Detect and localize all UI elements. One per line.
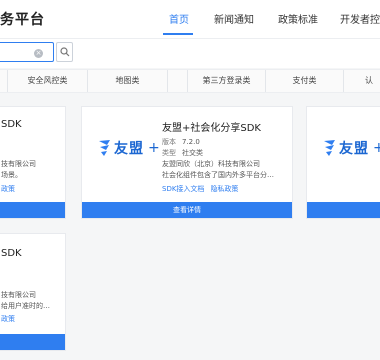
card-description: 场景。 bbox=[1, 171, 22, 179]
category-tab-more[interactable]: 认 bbox=[344, 70, 380, 92]
view-details-button[interactable] bbox=[307, 202, 380, 218]
nav-developer[interactable]: 开发者控帖 bbox=[340, 11, 380, 26]
site-brand: 务平台 bbox=[0, 12, 45, 28]
category-tab-map[interactable]: 地图类 bbox=[88, 70, 168, 92]
umeng-logo-icon bbox=[324, 140, 335, 156]
card-title: SDK bbox=[1, 248, 22, 259]
card-company: 技有限公司 bbox=[1, 160, 36, 168]
view-details-button[interactable] bbox=[0, 334, 65, 350]
view-details-button[interactable] bbox=[0, 202, 65, 218]
umeng-logo-icon bbox=[99, 140, 110, 156]
category-tab-payment[interactable]: 支付类 bbox=[266, 70, 344, 92]
view-details-button[interactable]: 查看详情 bbox=[82, 202, 292, 218]
card-type: 类型 社交类 bbox=[162, 148, 203, 159]
umeng-logo: 友盟 + bbox=[98, 138, 161, 158]
sdk-docs-link[interactable]: SDK接入文档 bbox=[162, 185, 204, 193]
sdk-card-umeng-share[interactable]: 友盟 + 友盟+社会化分享SDK 版本 7.2.0 类型 社交类 友盟同欣（北京）科… bbox=[81, 106, 293, 219]
umeng-logo: 友盟 + bbox=[323, 138, 380, 158]
category-tab[interactable]: 类 bbox=[0, 70, 8, 92]
sdk-card[interactable]: SDK 技有限公司 场景。 政策 bbox=[0, 106, 66, 219]
sdk-card[interactable]: 友盟 + bbox=[306, 106, 380, 219]
page: 务平台 首页 新闻通知 政策标准 开发者控帖 × 类 安全风控类 地图类 第三方… bbox=[0, 0, 380, 360]
sdk-card[interactable]: SDK 技有限公司 给用户准时的… 政策 bbox=[0, 233, 66, 351]
card-company: 友盟同欣（北京）科技有限公司 bbox=[162, 160, 260, 168]
privacy-policy-link[interactable]: 政策 bbox=[1, 184, 15, 194]
category-tabs: 类 安全风控类 地图类 第三方登录类 支付类 认 bbox=[0, 69, 380, 93]
nav-policy[interactable]: 政策标准 bbox=[278, 11, 318, 26]
version-value: 7.2.0 bbox=[182, 138, 200, 146]
search-icon bbox=[60, 47, 70, 57]
search-input[interactable]: × bbox=[0, 42, 54, 62]
card-description: 社会化组件包含了国内外多平台分… bbox=[162, 171, 274, 179]
logo-plus: + bbox=[148, 140, 161, 156]
category-tab-blank[interactable] bbox=[168, 70, 188, 92]
card-description: 给用户准时的… bbox=[1, 302, 50, 310]
logo-text: 友盟 bbox=[114, 141, 144, 157]
card-links: SDK接入文档 隐私政策 bbox=[162, 184, 244, 194]
category-tab-third-party-login[interactable]: 第三方登录类 bbox=[188, 70, 266, 92]
card-title: SDK bbox=[1, 119, 22, 130]
clear-icon[interactable]: × bbox=[34, 49, 43, 58]
card-version: 版本 7.2.0 bbox=[162, 137, 200, 148]
search-button[interactable] bbox=[56, 42, 73, 62]
nav-home[interactable]: 首页 bbox=[169, 11, 189, 26]
category-tab-security[interactable]: 安全风控类 bbox=[8, 70, 88, 92]
privacy-policy-link[interactable]: 政策 bbox=[1, 314, 15, 324]
card-title: 友盟+社会化分享SDK bbox=[162, 123, 261, 134]
logo-text: 友盟 bbox=[339, 141, 369, 157]
nav-news[interactable]: 新闻通知 bbox=[214, 11, 254, 26]
version-label: 版本 bbox=[162, 138, 176, 146]
logo-plus: + bbox=[373, 140, 380, 156]
type-value: 社交类 bbox=[182, 149, 203, 157]
search-bar: × bbox=[0, 38, 380, 68]
nav-active-indicator bbox=[163, 33, 193, 35]
card-company: 技有限公司 bbox=[1, 291, 36, 299]
top-header: 务平台 首页 新闻通知 政策标准 开发者控帖 bbox=[0, 0, 380, 38]
type-label: 类型 bbox=[162, 149, 176, 157]
privacy-policy-link[interactable]: 隐私政策 bbox=[210, 185, 238, 193]
